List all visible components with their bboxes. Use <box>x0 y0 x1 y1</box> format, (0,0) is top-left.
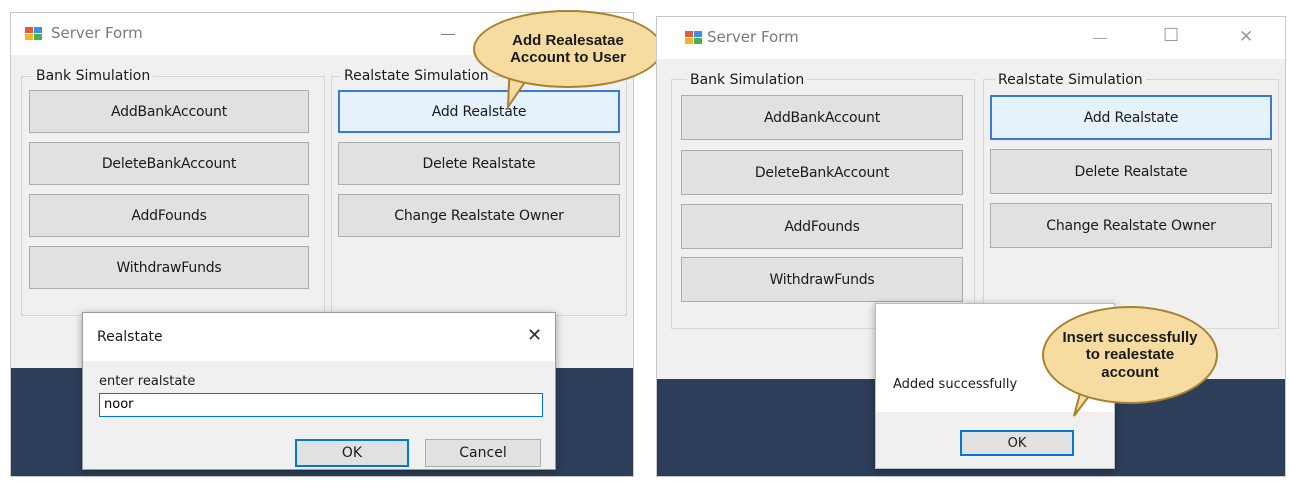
delete-realstate-button[interactable]: Delete Realstate <box>990 149 1272 194</box>
window-title: Server Form <box>707 28 799 46</box>
callout-left-text: Add Realesatae Account to User <box>510 31 626 66</box>
app-icon <box>25 27 43 41</box>
add-founds-button[interactable]: AddFounds <box>681 204 963 249</box>
bank-simulation-label: Bank Simulation <box>33 68 154 84</box>
realstate-simulation-label: Realstate Simulation <box>341 68 492 84</box>
maximize-icon[interactable]: ☐ <box>1163 25 1179 46</box>
change-realstate-owner-button[interactable]: Change Realstate Owner <box>338 194 620 237</box>
dialog-title: Realstate <box>97 329 163 345</box>
close-icon[interactable]: ✕ <box>527 325 542 346</box>
callout-left: Add Realesatae Account to User <box>473 10 663 88</box>
add-bank-account-button[interactable]: AddBankAccount <box>29 90 309 133</box>
withdraw-funds-button[interactable]: WithdrawFunds <box>681 257 963 302</box>
callout-right: Insert successfully to realestate accoun… <box>1042 306 1218 404</box>
add-realstate-button[interactable]: Add Realstate <box>338 90 620 133</box>
realstate-input-value: noor <box>104 397 134 412</box>
callout-right-text: Insert successfully to realestate accoun… <box>1062 329 1198 381</box>
delete-bank-account-button[interactable]: DeleteBankAccount <box>681 150 963 195</box>
realstate-input-dialog: Realstate ✕ enter realstate noor OK Canc… <box>82 312 556 470</box>
cancel-button[interactable]: Cancel <box>425 439 541 467</box>
realstate-simulation-label: Realstate Simulation <box>995 72 1146 88</box>
message-text: Added successfully <box>893 377 1018 392</box>
add-founds-button[interactable]: AddFounds <box>29 194 309 237</box>
minimize-icon[interactable]: — <box>441 25 455 41</box>
realstate-input[interactable]: noor <box>99 393 543 417</box>
app-icon <box>685 31 703 45</box>
withdraw-funds-button[interactable]: WithdrawFunds <box>29 246 309 289</box>
add-realstate-button[interactable]: Add Realstate <box>990 95 1272 140</box>
window-title: Server Form <box>51 24 143 42</box>
minimize-icon[interactable]: — <box>1093 29 1107 45</box>
dialog-title-bar[interactable]: Realstate ✕ <box>83 313 555 361</box>
ok-button[interactable]: OK <box>295 439 409 467</box>
close-icon[interactable]: ✕ <box>1239 27 1253 47</box>
add-bank-account-button[interactable]: AddBankAccount <box>681 95 963 140</box>
ok-button[interactable]: OK <box>960 430 1074 456</box>
delete-bank-account-button[interactable]: DeleteBankAccount <box>29 142 309 185</box>
change-realstate-owner-button[interactable]: Change Realstate Owner <box>990 203 1272 248</box>
delete-realstate-button[interactable]: Delete Realstate <box>338 142 620 185</box>
title-bar[interactable]: Server Form — ☐ ✕ <box>657 17 1285 59</box>
dialog-prompt: enter realstate <box>99 374 196 389</box>
bank-simulation-label: Bank Simulation <box>687 72 808 88</box>
